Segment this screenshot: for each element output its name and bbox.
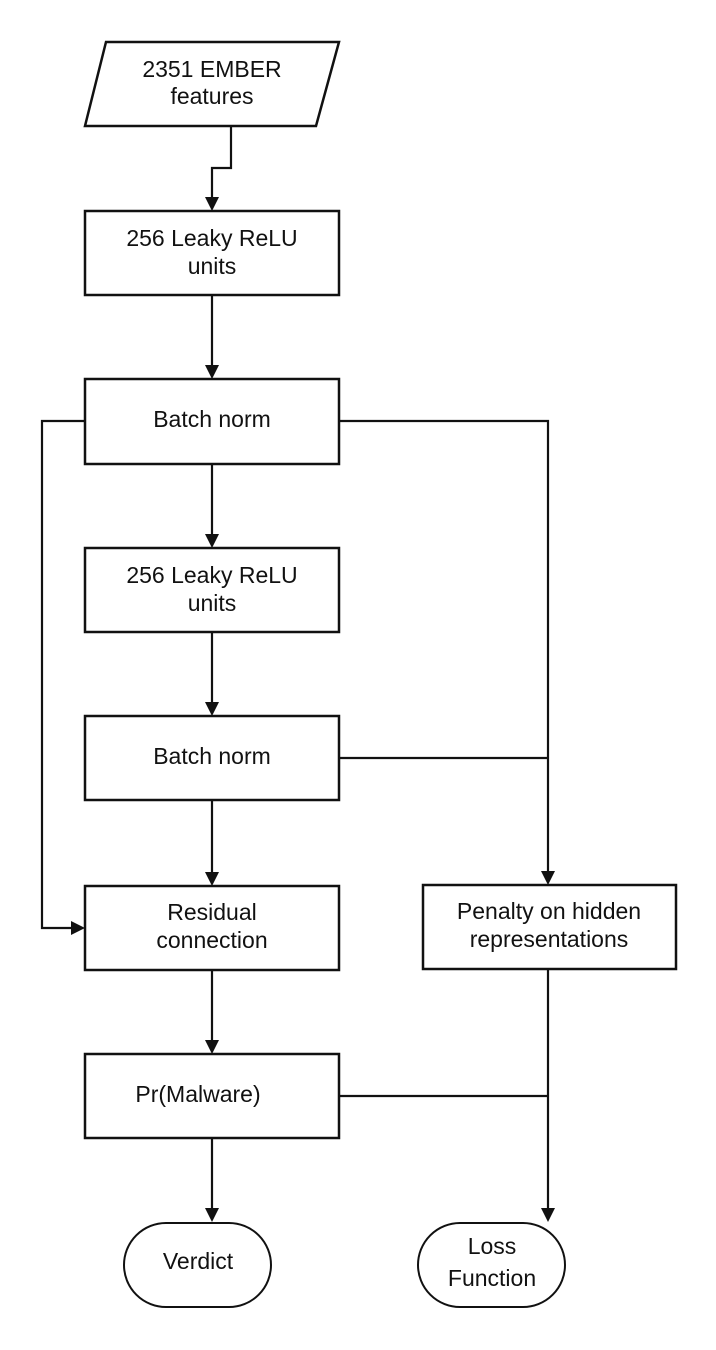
prmal-label: Pr(Malware): [135, 1081, 260, 1107]
arrowhead-skip-to-residual: [71, 921, 85, 935]
node-penalty: Penalty on hidden representations: [421, 883, 678, 971]
node-prmal: Pr(Malware): [83, 1052, 341, 1140]
input-label-line2: features: [170, 83, 253, 109]
leaky2-label-line1: 256 Leaky ReLU: [126, 562, 297, 588]
bn2-label: Batch norm: [153, 743, 271, 769]
node-residual: Residual connection: [83, 884, 341, 972]
leaky1-label-line1: 256 Leaky ReLU: [126, 225, 297, 251]
arrowhead-to-penalty: [541, 871, 555, 885]
bn1-label: Batch norm: [153, 406, 271, 432]
node-bn1: Batch norm: [83, 377, 341, 466]
flowchart: 2351 EMBER features 256 Leaky ReLU units…: [40, 40, 678, 1308]
arrowhead-prmal-to-verdict: [205, 1208, 219, 1222]
arrowhead-bn1-to-leaky2: [205, 534, 219, 548]
leaky2-label-line2: units: [188, 590, 237, 616]
node-loss: Loss Function: [417, 1222, 566, 1308]
verdict-label: Verdict: [163, 1248, 234, 1274]
residual-label-line2: connection: [156, 927, 267, 953]
leaky1-label-line2: units: [188, 253, 237, 279]
edge-input-to-leaky1: [210, 126, 233, 200]
penalty-label-line2: representations: [470, 926, 629, 952]
node-leaky1: 256 Leaky ReLU units: [83, 209, 341, 297]
arrowhead-leaky1-to-bn1: [205, 365, 219, 379]
arrowhead-to-loss: [541, 1208, 555, 1222]
residual-label-line1: Residual: [167, 899, 257, 925]
loss-label-line1: Loss: [468, 1233, 517, 1259]
node-leaky2: 256 Leaky ReLU units: [83, 546, 341, 634]
input-label-line1: 2351 EMBER: [142, 56, 281, 82]
node-input: 2351 EMBER features: [83, 40, 341, 128]
arrowhead-bn2-to-residual: [205, 872, 219, 886]
penalty-label-line1: Penalty on hidden: [457, 898, 641, 924]
loss-label-line2: Function: [448, 1265, 536, 1291]
arrowhead-input-to-leaky1: [205, 197, 219, 211]
node-bn2: Batch norm: [83, 714, 341, 802]
node-verdict: Verdict: [123, 1222, 272, 1308]
edge-skip-bn1-to-residual: [40, 419, 85, 930]
arrowhead-residual-to-prmal: [205, 1040, 219, 1054]
edge-bn1-to-penalty: [339, 419, 550, 874]
arrowhead-leaky2-to-bn2: [205, 702, 219, 716]
